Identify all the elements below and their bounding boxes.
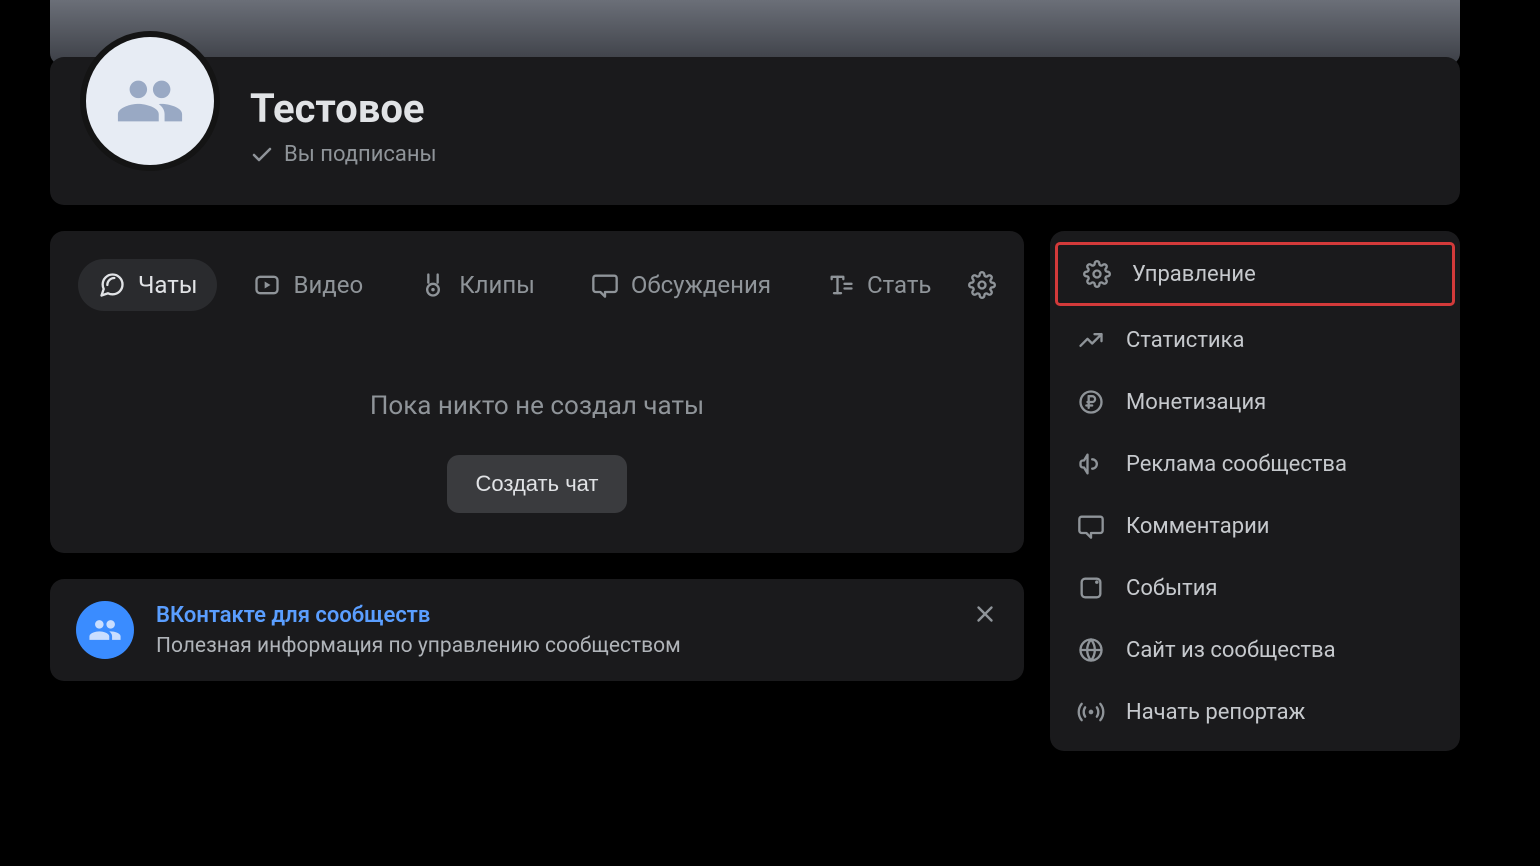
menu-stats[interactable]: Статистика xyxy=(1050,309,1460,371)
tab-row: Чаты Видео Клипы Обсуждения xyxy=(78,259,996,311)
ruble-icon xyxy=(1076,387,1106,417)
comment-icon xyxy=(1076,511,1106,541)
menu-monetization-label: Монетизация xyxy=(1126,390,1266,415)
tab-articles-label: Стать xyxy=(867,271,931,299)
people-icon xyxy=(115,66,185,136)
subscribed-label: Вы подписаны xyxy=(284,142,437,167)
gear-icon xyxy=(968,271,996,299)
promo-subtitle: Полезная информация по управлению сообще… xyxy=(156,634,681,658)
tab-video-label: Видео xyxy=(293,271,363,299)
close-icon xyxy=(972,601,998,627)
tab-articles[interactable]: Стать xyxy=(807,259,951,311)
tab-clips[interactable]: Клипы xyxy=(399,259,555,311)
articles-icon xyxy=(827,271,855,299)
people-icon xyxy=(88,613,122,647)
create-chat-button[interactable]: Создать чат xyxy=(447,455,626,513)
group-avatar[interactable] xyxy=(80,31,220,171)
check-icon xyxy=(250,143,274,167)
promo-avatar xyxy=(76,601,134,659)
group-header: Тестовое Вы подписаны xyxy=(50,57,1460,205)
menu-events[interactable]: События xyxy=(1050,557,1460,619)
group-title: Тестовое xyxy=(250,85,437,132)
content-tabs-card: Чаты Видео Клипы Обсуждения xyxy=(50,231,1024,553)
promo-close-button[interactable] xyxy=(972,601,1002,631)
tab-clips-label: Клипы xyxy=(459,271,535,299)
menu-manage[interactable]: Управление xyxy=(1056,243,1454,305)
empty-state: Пока никто не создал чаты Создать чат xyxy=(78,391,996,513)
menu-live-label: Начать репортаж xyxy=(1126,700,1305,725)
discussions-icon xyxy=(591,271,619,299)
empty-message: Пока никто не создал чаты xyxy=(78,391,996,421)
video-icon xyxy=(253,271,281,299)
menu-ads[interactable]: Реклама сообщества xyxy=(1050,433,1460,495)
clips-icon xyxy=(419,271,447,299)
menu-monetization[interactable]: Монетизация xyxy=(1050,371,1460,433)
broadcast-icon xyxy=(1076,697,1106,727)
menu-live[interactable]: Начать репортаж xyxy=(1050,681,1460,743)
menu-stats-label: Статистика xyxy=(1126,328,1244,353)
menu-comments-label: Комментарии xyxy=(1126,514,1270,539)
menu-site-label: Сайт из сообщества xyxy=(1126,638,1336,663)
cover-image xyxy=(50,0,1460,65)
megaphone-icon xyxy=(1076,449,1106,479)
subscribed-status[interactable]: Вы подписаны xyxy=(250,142,437,167)
tab-chats-label: Чаты xyxy=(138,271,197,299)
menu-comments[interactable]: Комментарии xyxy=(1050,495,1460,557)
menu-site[interactable]: Сайт из сообщества xyxy=(1050,619,1460,681)
tab-discussions-label: Обсуждения xyxy=(631,271,771,299)
menu-manage-label: Управление xyxy=(1132,262,1256,287)
globe-icon xyxy=(1076,635,1106,665)
stats-icon xyxy=(1076,325,1106,355)
tabs-settings-button[interactable] xyxy=(967,268,996,302)
menu-events-label: События xyxy=(1126,576,1217,601)
sidebar-menu: Управление Статистика Монетизация xyxy=(1050,231,1460,751)
chats-icon xyxy=(98,271,126,299)
tab-chats[interactable]: Чаты xyxy=(78,259,217,311)
events-icon xyxy=(1076,573,1106,603)
promo-title: ВКонтакте для сообществ xyxy=(156,603,681,628)
tab-discussions[interactable]: Обсуждения xyxy=(571,259,791,311)
promo-card[interactable]: ВКонтакте для сообществ Полезная информа… xyxy=(50,579,1024,681)
tab-video[interactable]: Видео xyxy=(233,259,383,311)
menu-ads-label: Реклама сообщества xyxy=(1126,452,1347,477)
gear-icon xyxy=(1082,259,1112,289)
